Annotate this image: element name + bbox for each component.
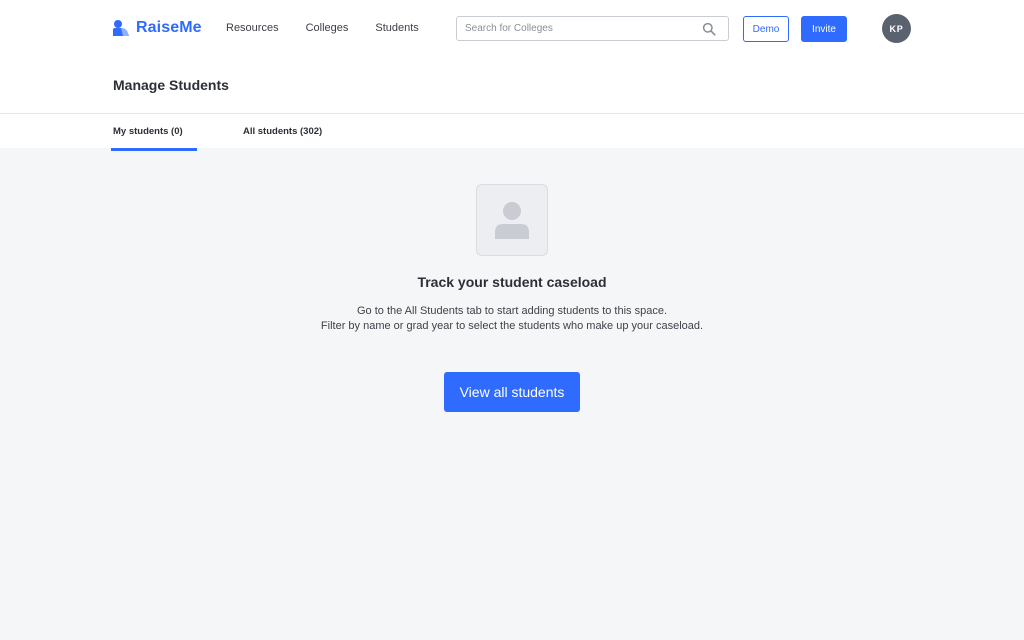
brand-logo[interactable]: RaiseMe [112,17,202,39]
search-input[interactable] [457,17,702,40]
empty-state-image [476,184,548,256]
user-avatar[interactable]: KP [882,14,911,43]
empty-state-description-1: Go to the All Students tab to start addi… [356,305,668,317]
brand-name: RaiseMe [136,19,202,36]
nav-resources[interactable]: Resources [226,22,279,34]
top-header: RaiseMe Resources Colleges Students Demo… [0,0,1024,114]
invite-button[interactable]: Invite [801,16,847,42]
student-tabs: My students (0) All students (302) [0,114,1024,151]
nav-colleges[interactable]: Colleges [306,22,349,34]
page-title: Manage Students [113,77,229,93]
view-all-students-button[interactable]: View all students [444,372,580,412]
raiseme-logo-icon [113,20,129,36]
main-nav: Resources Colleges Students [226,22,419,34]
search-icon[interactable] [702,22,716,36]
nav-students[interactable]: Students [375,22,418,34]
user-placeholder-icon [495,202,529,239]
tab-my-students[interactable]: My students (0) [111,126,197,151]
empty-state-description-2: Filter by name or grad year to select th… [320,320,704,332]
demo-button[interactable]: Demo [743,16,789,42]
tab-all-students[interactable]: All students (302) [243,126,322,148]
college-search [456,16,729,41]
empty-state-title: Track your student caseload [417,274,607,290]
